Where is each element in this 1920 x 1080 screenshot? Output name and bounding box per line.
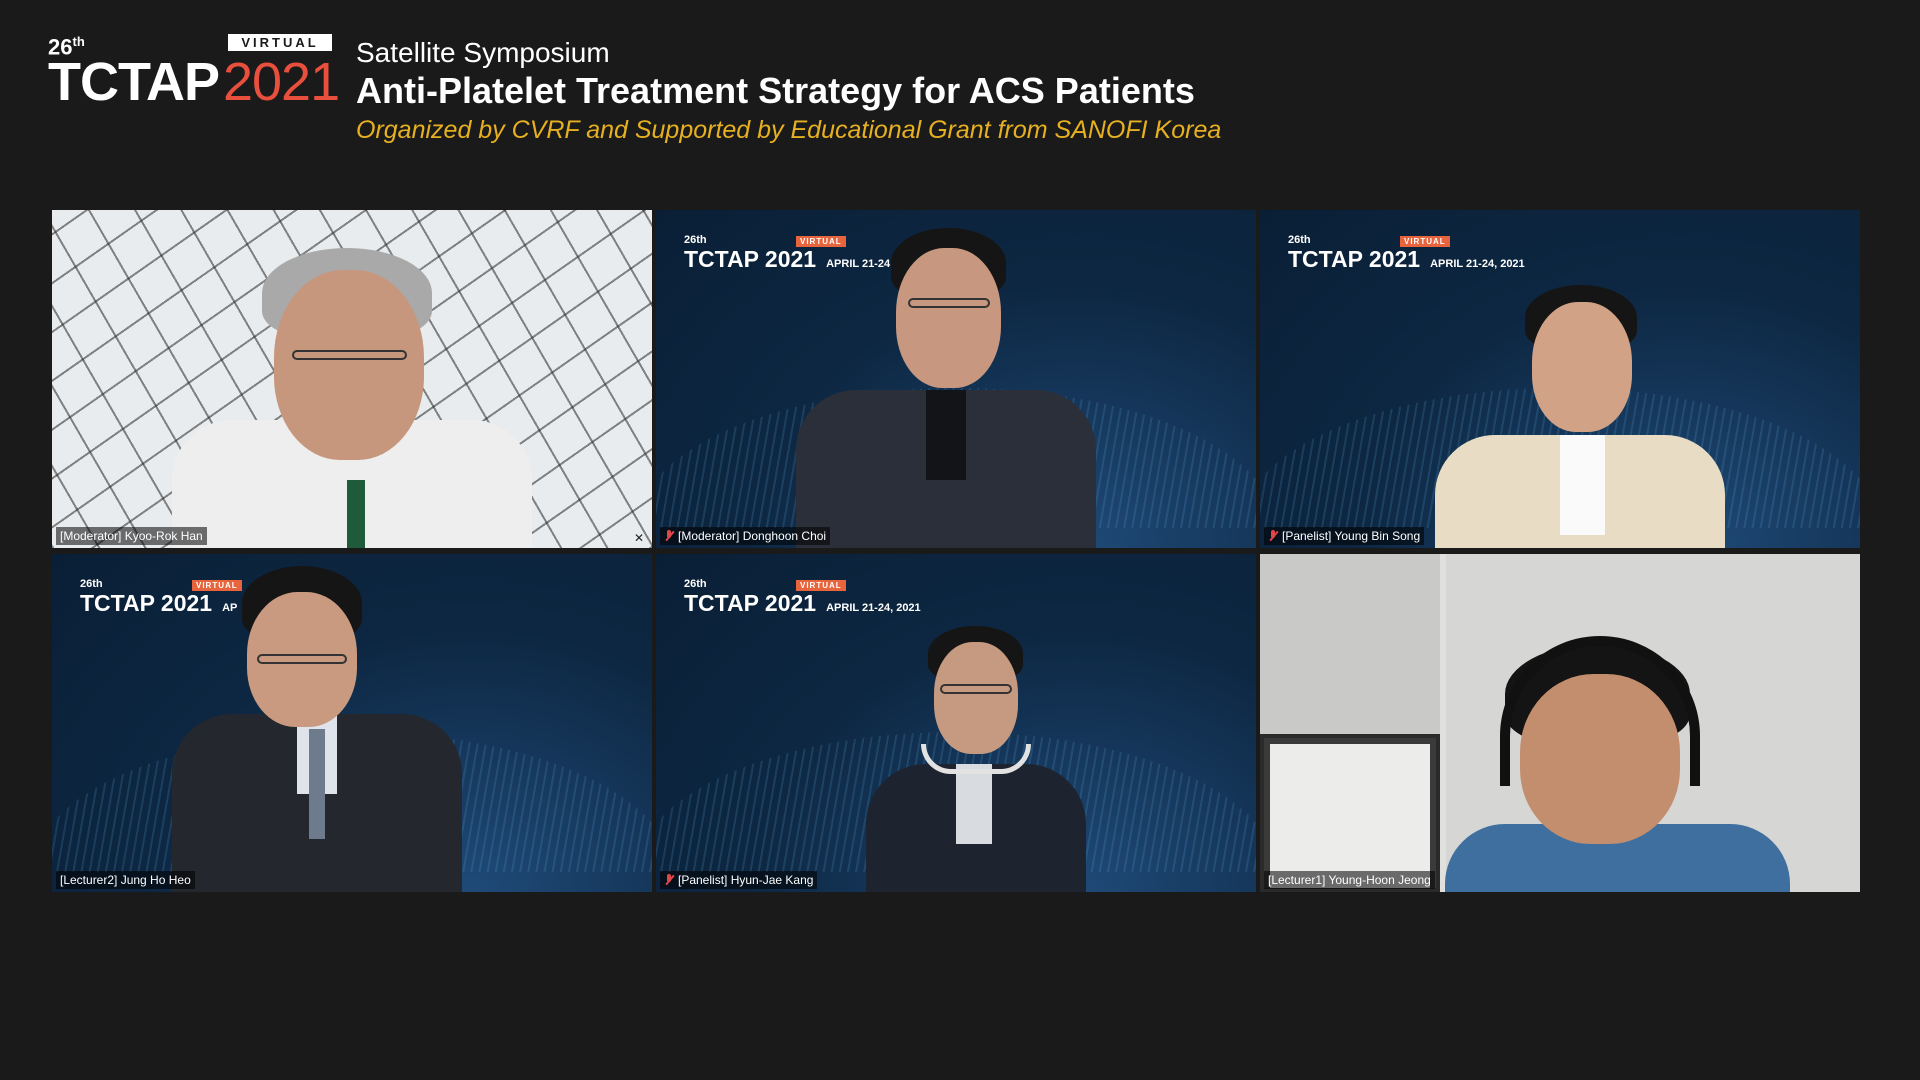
- video-tile-donghoon-choi[interactable]: 26th VIRTUAL TCTAP 2021 APRIL 21-24 [Mode…: [656, 210, 1256, 548]
- symposium-header: 26th VIRTUAL TCTAP2021 Satellite Symposi…: [0, 0, 1920, 170]
- video-tile-kyoo-rok-han[interactable]: [Moderator] Kyoo-Rok Han ✕: [52, 210, 652, 548]
- participant-name-label: [Moderator] Donghoon Choi: [660, 527, 831, 545]
- symposium-subtitle: Satellite Symposium: [356, 37, 610, 68]
- participant-name-label: [Panelist] Young Bin Song: [1264, 527, 1425, 545]
- pin-icon[interactable]: ✕: [634, 532, 646, 544]
- mic-muted-icon: [664, 530, 674, 542]
- virtual-badge: VIRTUAL: [228, 34, 332, 51]
- participant-name-label: [Lecturer2] Jung Ho Heo: [56, 871, 195, 889]
- video-tile-hyun-jae-kang[interactable]: 26th VIRTUAL TCTAP 2021 APRIL 21-24, 2021…: [656, 554, 1256, 892]
- mic-muted-icon: [664, 874, 674, 886]
- participant-name-label: [Moderator] Kyoo-Rok Han: [56, 527, 207, 545]
- background-banner: 26th VIRTUAL TCTAP 2021 AP: [80, 578, 242, 616]
- video-tile-young-bin-song[interactable]: 26th VIRTUAL TCTAP 2021 APRIL 21-24, 2021…: [1260, 210, 1860, 548]
- background-banner: 26th VIRTUAL TCTAP 2021 APRIL 21-24, 2021: [684, 578, 921, 616]
- participant-name-label: [Panelist] Hyun-Jae Kang: [660, 871, 818, 889]
- tctap-logo: 26th VIRTUAL TCTAP2021: [48, 34, 340, 114]
- mic-muted-icon: [1268, 530, 1278, 542]
- participant-name-label: [Lecturer1] Young-Hoon Jeong: [1264, 871, 1435, 889]
- title-block: Satellite Symposium Anti-Platelet Treatm…: [356, 36, 1221, 148]
- logo-brand: TCTAP2021: [48, 52, 340, 112]
- video-grid: [Moderator] Kyoo-Rok Han ✕ 26th VIRTUAL …: [52, 210, 1867, 894]
- whiteboard: [1260, 734, 1440, 892]
- video-tile-young-hoon-jeong[interactable]: [Lecturer1] Young-Hoon Jeong: [1260, 554, 1860, 892]
- background-banner: 26th VIRTUAL TCTAP 2021 APRIL 21-24: [684, 234, 891, 272]
- organizer-line: Organized by CVRF and Supported by Educa…: [356, 116, 1222, 144]
- video-tile-jung-ho-heo[interactable]: 26th VIRTUAL TCTAP 2021 AP [Lecturer2] Ju…: [52, 554, 652, 892]
- headphones-icon: [921, 744, 1031, 774]
- background-banner: 26th VIRTUAL TCTAP 2021 APRIL 21-24, 2021: [1288, 234, 1525, 272]
- symposium-title: Anti-Platelet Treatment Strategy for ACS…: [356, 70, 1195, 111]
